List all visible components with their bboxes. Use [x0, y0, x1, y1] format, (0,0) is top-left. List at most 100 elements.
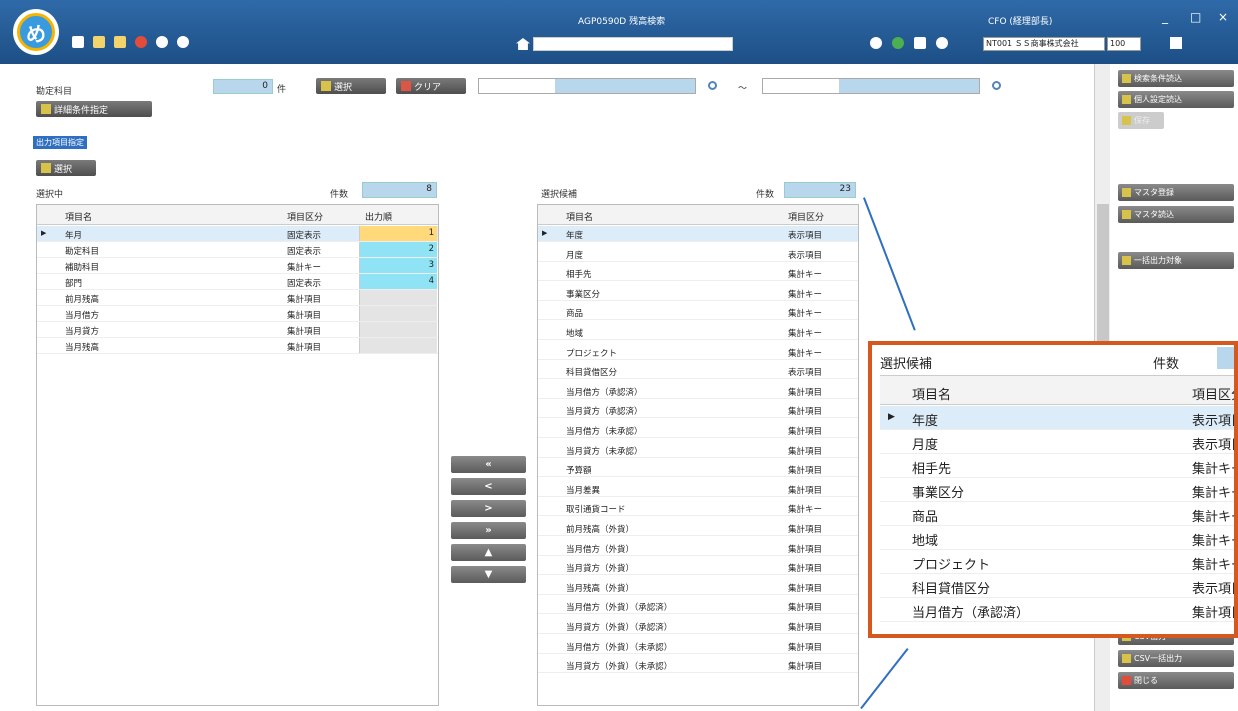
- table-row[interactable]: 当月借方（外貨）（承認済） 集計項目: [538, 598, 858, 615]
- table-row[interactable]: 当月貸方（外貨）（承認済） 集計項目: [538, 618, 858, 634]
- help-icon[interactable]: [177, 36, 189, 48]
- table-row[interactable]: 当月借方（承認済） 集計項目: [538, 383, 858, 399]
- cell-item-type: 集計項目: [788, 623, 823, 633]
- select-button[interactable]: 選択: [316, 78, 386, 94]
- menu-icon[interactable]: [72, 36, 84, 48]
- table-row[interactable]: 事業区分 集計キー: [538, 285, 858, 301]
- table-row[interactable]: ▶ 年月 固定表示 1: [37, 226, 438, 242]
- cell-output-order[interactable]: 2: [359, 242, 437, 257]
- cell-output-order[interactable]: [359, 338, 437, 353]
- cell-item-type: 固定表示: [287, 247, 322, 257]
- load-master-button[interactable]: マスタ読込: [1118, 206, 1234, 223]
- table-row[interactable]: 当月差異 集計項目: [538, 481, 858, 497]
- detail-condition-button[interactable]: 詳細条件指定: [36, 101, 152, 117]
- callout-item-type: 集計キー: [1192, 462, 1234, 477]
- range-to-input[interactable]: [762, 78, 980, 94]
- button-icon: [1122, 654, 1131, 663]
- move-right-button[interactable]: >: [451, 500, 526, 517]
- register-master-button[interactable]: マスタ登録: [1118, 184, 1234, 201]
- current-row-marker: ▶: [888, 412, 895, 422]
- status-icon[interactable]: [892, 37, 904, 49]
- table-row[interactable]: 科目貸借区分 表示項目: [538, 363, 858, 380]
- move-left-button[interactable]: <: [451, 478, 526, 495]
- info-icon[interactable]: [936, 37, 948, 49]
- cell-output-order[interactable]: 4: [359, 274, 437, 289]
- zoom-select[interactable]: 100: [1107, 37, 1141, 51]
- table-row[interactable]: 当月借方（外貨）（未承認） 集計項目: [538, 638, 858, 654]
- table-row[interactable]: 商品 集計キー: [538, 304, 858, 321]
- account-count: 0: [213, 79, 273, 94]
- table-row[interactable]: 前月残高 集計項目: [37, 290, 438, 306]
- heart-icon[interactable]: [870, 37, 882, 49]
- table-row[interactable]: 当月貸方（承認済） 集計項目: [538, 402, 858, 419]
- table-row[interactable]: 当月残高（外貨） 集計項目: [538, 579, 858, 595]
- close-button[interactable]: ×: [1218, 10, 1228, 24]
- table-row[interactable]: 当月残高 集計項目: [37, 338, 438, 354]
- table-row[interactable]: プロジェクト 集計キー: [538, 344, 858, 360]
- table-row[interactable]: 当月借方（外貨） 集計項目: [538, 540, 858, 556]
- global-search-input[interactable]: [533, 37, 733, 51]
- table-row[interactable]: 月度 表示項目: [538, 246, 858, 262]
- load-search-conditions-button[interactable]: 検索条件読込: [1118, 70, 1234, 87]
- close-window-button[interactable]: 閉じる: [1118, 672, 1234, 689]
- maximize-button[interactable]: □: [1190, 10, 1201, 24]
- logout-icon[interactable]: [1170, 37, 1182, 49]
- cell-item-type: 集計項目: [287, 295, 322, 305]
- table-row[interactable]: 当月貸方 集計項目: [37, 322, 438, 338]
- table-row[interactable]: 相手先 集計キー: [538, 265, 858, 282]
- cell-output-order[interactable]: 1: [359, 226, 437, 241]
- callout-item-name: プロジェクト: [912, 558, 991, 573]
- search-to-icon[interactable]: [992, 81, 1001, 90]
- minimize-button[interactable]: _: [1162, 10, 1168, 24]
- cell-item-name: 当月借方（外貨）（未承認）: [566, 642, 673, 653]
- cell-output-order[interactable]: [359, 290, 437, 305]
- cell-output-order[interactable]: [359, 306, 437, 321]
- output-edit-button[interactable]: 選択: [36, 160, 96, 176]
- download-icon[interactable]: [114, 36, 126, 48]
- batch-output-target-button[interactable]: 一括出力対象: [1118, 252, 1234, 269]
- save-button[interactable]: 保存: [1118, 112, 1164, 129]
- cell-output-order[interactable]: 3: [359, 258, 437, 273]
- move-all-left-button[interactable]: «: [451, 456, 526, 473]
- table-row[interactable]: 前月残高（外貨） 集計項目: [538, 520, 858, 536]
- clear-button[interactable]: クリア: [396, 78, 466, 94]
- move-all-right-button[interactable]: »: [451, 522, 526, 539]
- table-row[interactable]: 予算額 集計項目: [538, 461, 858, 478]
- tag-icon[interactable]: [914, 37, 926, 49]
- cell-output-order[interactable]: [359, 322, 437, 337]
- cell-item-name: 当月借方（承認済）: [566, 387, 643, 398]
- cell-item-name: 勘定科目: [65, 247, 100, 257]
- selected-grid-header: 項目名 項目区分 出力順: [37, 205, 438, 225]
- table-row[interactable]: 当月借方（未承認） 集計項目: [538, 422, 858, 438]
- table-row[interactable]: 当月貸方（外貨）（未承認） 集計項目: [538, 657, 858, 674]
- table-row[interactable]: 当月借方 集計項目: [37, 306, 438, 322]
- csv-batch-output-button[interactable]: CSV一括出力: [1118, 650, 1234, 667]
- load-personal-settings-button[interactable]: 個人設定読込: [1118, 91, 1234, 108]
- cell-item-type: 集計項目: [788, 466, 823, 477]
- callout-item-name: 年度: [912, 414, 939, 429]
- table-row[interactable]: 部門 固定表示 4: [37, 274, 438, 290]
- table-row[interactable]: 当月貸方（外貨） 集計項目: [538, 559, 858, 576]
- table-row[interactable]: 補助科目 集計キー 3: [37, 258, 438, 274]
- callout-item-name: 商品: [912, 510, 939, 525]
- callout-item-type: 表示項目: [1192, 582, 1234, 597]
- table-row[interactable]: 勘定科目 固定表示 2: [37, 242, 438, 258]
- table-row[interactable]: 地域 集計キー: [538, 324, 858, 340]
- table-row[interactable]: 取引通貨コード 集計キー: [538, 500, 858, 517]
- app-logo[interactable]: め: [13, 9, 59, 55]
- pencil-icon: [41, 104, 51, 114]
- move-up-button[interactable]: ▲: [451, 544, 526, 561]
- company-select[interactable]: NT001 ＳＳ商事株式会社: [983, 37, 1105, 51]
- home-icon[interactable]: [516, 38, 530, 50]
- settings-icon[interactable]: [156, 36, 168, 48]
- table-row[interactable]: 当月貸方（未承認） 集計項目: [538, 442, 858, 458]
- cell-item-name: 部門: [65, 279, 83, 289]
- table-row[interactable]: ▶ 年度 表示項目: [538, 226, 858, 242]
- cell-item-name: 年月: [65, 231, 83, 241]
- col-item-name: 項目名: [65, 213, 93, 223]
- range-from-input[interactable]: [478, 78, 696, 94]
- folder-icon[interactable]: [93, 36, 105, 48]
- move-down-button[interactable]: ▼: [451, 566, 526, 583]
- search-from-icon[interactable]: [708, 81, 717, 90]
- chart-icon[interactable]: [135, 36, 147, 48]
